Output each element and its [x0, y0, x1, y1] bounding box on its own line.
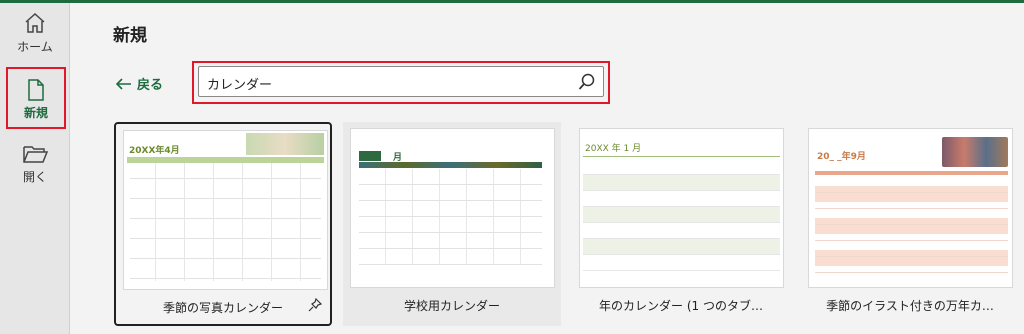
sidebar-item-new[interactable]: 新規	[6, 67, 66, 129]
sidebar-item-home[interactable]: ホーム	[0, 11, 70, 55]
sidebar: ホーム 新規 開く	[0, 3, 70, 334]
pin-icon[interactable]	[308, 298, 322, 312]
template-card-seasonal-illustration[interactable]: 20_ _年9月 季節のイラスト付きの万年カ…	[801, 122, 1019, 326]
calendar-grid-lines	[359, 169, 542, 265]
month-badge	[359, 151, 381, 161]
template-preview-heading: 20_ _年9月	[817, 152, 866, 162]
calendar-grid-lines	[127, 163, 324, 281]
sidebar-item-label: 新規	[23, 106, 48, 120]
illustration-banner	[942, 137, 1008, 167]
template-preview-heading: 20XX年4月	[129, 146, 180, 156]
weekday-header	[815, 171, 1008, 175]
calendar-grid-lines	[583, 159, 780, 277]
template-thumbnail: 20_ _年9月	[808, 128, 1013, 288]
template-preview-heading: 20XX 年 1 月	[585, 144, 642, 154]
template-title: 季節の写真カレンダー	[162, 301, 283, 315]
weekday-header	[359, 162, 542, 168]
template-thumbnail: 20XX 年 1 月	[579, 128, 784, 288]
arrow-left-icon	[116, 77, 131, 90]
page-title: 新規	[113, 26, 147, 46]
template-card-school[interactable]: 月 学校用カレンダー	[343, 122, 561, 326]
folder-open-icon	[23, 146, 48, 163]
search-input-value: カレンダー	[207, 78, 273, 93]
search-input[interactable]: カレンダー	[198, 66, 604, 97]
template-title: 学校用カレンダー	[403, 299, 500, 313]
home-icon	[25, 12, 45, 33]
sidebar-item-label: 開く	[22, 170, 47, 184]
new-document-icon	[28, 79, 44, 101]
calendar-grid-lines	[815, 177, 1008, 279]
template-card-seasonal-photo[interactable]: 20XX年4月 季節の写真カレンダー	[114, 122, 332, 326]
template-card-yearly[interactable]: 20XX 年 1 月 年のカレンダー (1 つのタブ…	[572, 122, 790, 326]
template-title: 季節のイラスト付きの万年カ…	[826, 299, 994, 313]
photo-banner	[246, 133, 324, 155]
template-title: 年のカレンダー (1 つのタブ…	[599, 299, 763, 313]
header-rule	[583, 156, 780, 157]
main-panel: 新規 戻る カレンダー 20XX年4月 季節の写真カレンダー 月 学校用カレンダ…	[71, 3, 1024, 334]
sidebar-item-open[interactable]: 開く	[0, 143, 70, 185]
template-thumbnail: 20XX年4月	[123, 130, 328, 290]
template-thumbnail: 月	[350, 128, 555, 288]
sidebar-item-label: ホーム	[17, 40, 53, 54]
search-icon[interactable]	[578, 73, 596, 91]
back-button[interactable]: 戻る	[116, 74, 163, 93]
back-label: 戻る	[137, 78, 164, 93]
